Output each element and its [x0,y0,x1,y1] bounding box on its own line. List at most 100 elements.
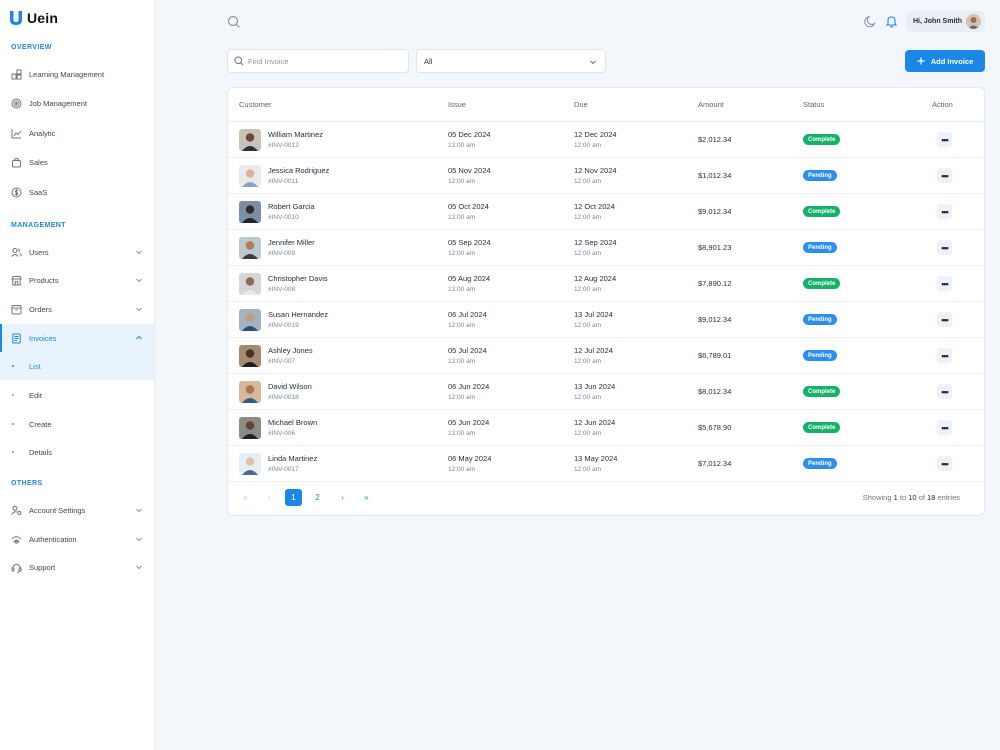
add-invoice-button[interactable]: Add Invoice [905,50,985,72]
due-time: 12:00 am [574,286,602,293]
sidebar-subitem-details[interactable]: Details [0,438,154,466]
more-actions-button[interactable]: ••• [937,312,952,327]
chevron-down-icon [136,307,142,312]
column-header-amount[interactable]: Amount [698,100,724,109]
more-actions-button[interactable]: ••• [937,384,952,399]
sidebar-item-label: Users [29,247,49,257]
issue-time: 12:00 am [448,178,476,185]
sidebar-item-support[interactable]: Support [0,553,154,581]
customer-name[interactable]: Ashley Jones [268,346,313,355]
search-field[interactable] [227,49,409,73]
sidebar-item-learning-management[interactable]: Learning Management [0,60,154,88]
shield-icon [10,533,22,545]
sidebar-item-products[interactable]: Products [0,266,154,294]
customer-name[interactable]: David Wilson [268,382,312,391]
first-page-button[interactable]: « [237,489,254,506]
due-date: 12 Dec 2024 [574,130,617,139]
more-actions-button[interactable]: ••• [937,132,952,147]
sidebar-subitem-list[interactable]: List [0,352,154,380]
table-row[interactable]: Ashley Jones #INV-007 05 Jul 2024 12:00 am 1… [228,338,984,374]
due-date: 13 Jul 2024 [574,310,613,319]
column-header-due[interactable]: Due [574,100,588,109]
sidebar-item-authentication[interactable]: Authentication [0,525,154,553]
table-row[interactable]: David Wilson #INV-0018 06 Jun 2024 12:00 am… [228,374,984,410]
status-badge: Pending [803,314,837,325]
customer-name[interactable]: Linda Martinez [268,454,317,463]
sidebar-item-account-settings[interactable]: Account Settings [0,496,154,524]
invoice-id: #INV-0012 [268,142,299,149]
table-row[interactable]: Robert Garcia #INV-0010 05 Oct 2024 12:00 a… [228,194,984,230]
table-row[interactable]: Susan Hernandez #INV-0019 06 Jul 2024 12:00… [228,302,984,338]
sidebar-item-saas[interactable]: SaaS [0,178,154,206]
issue-time: 12:00 am [448,430,476,437]
search-icon[interactable] [227,15,241,29]
issue-time: 12:00 am [448,358,476,365]
sidebar-item-orders[interactable]: Orders [0,295,154,323]
table-row[interactable]: Christopher Davis #INV-008 05 Aug 2024 12:0… [228,266,984,302]
customer-name[interactable]: William Martinez [268,130,323,139]
customer-name[interactable]: Jessica Rodriguez [268,166,329,175]
last-page-button[interactable]: » [358,489,375,506]
sidebar-item-users[interactable]: Users [0,238,154,266]
sidebar-item-analytic[interactable]: Analytic [0,119,154,147]
invoice-amount: $6,789.01 [698,351,732,360]
bell-icon[interactable] [885,15,898,28]
invoice-amount: $9,012.34 [698,315,732,324]
next-page-button[interactable]: › [334,489,351,506]
user-menu[interactable]: Hi, John Smith [906,11,985,32]
bullet-icon [12,394,14,396]
issue-date: 05 Dec 2024 [448,130,491,139]
due-date: 12 Sep 2024 [574,238,617,247]
table-row[interactable]: Michael Brown #INV-006 05 Jun 2024 12:00 am… [228,410,984,446]
issue-time: 12:00 am [448,286,476,293]
more-actions-button[interactable]: ••• [937,168,952,183]
avatar [966,14,981,29]
more-actions-button[interactable]: ••• [937,276,952,291]
section-title-overview: OVERVIEW [11,44,52,51]
sidebar-subitem-label: Edit [29,390,42,400]
table-row[interactable]: Jennifer Miller #INV-009 05 Sep 2024 12:00 … [228,230,984,266]
prev-page-button[interactable]: ‹ [261,489,278,506]
logo[interactable]: Uein [9,10,58,26]
sidebar-item-job-management[interactable]: Job Management [0,89,154,117]
logo-icon [10,11,22,25]
table-row[interactable]: William Martinez #INV-0012 05 Dec 2024 12:0… [228,122,984,158]
bag-icon [10,156,22,168]
page-button-2[interactable]: 2 [309,489,326,506]
customer-name[interactable]: Robert Garcia [268,202,315,211]
status-badge: Complete [803,422,841,433]
customer-name[interactable]: Susan Hernandez [268,310,328,319]
page-button-1[interactable]: 1 [285,489,302,506]
chevron-down-icon [590,60,596,65]
customer-avatar [239,129,261,151]
sidebar-item-invoices[interactable]: Invoices [0,324,154,352]
sidebar-subitem-edit[interactable]: Edit [0,381,154,409]
customer-name[interactable]: Christopher Davis [268,274,328,283]
sidebar-item-sales[interactable]: Sales [0,148,154,176]
due-date: 12 Aug 2024 [574,274,617,283]
column-header-customer[interactable]: Customer [239,100,272,109]
column-header-status[interactable]: Status [803,100,824,109]
column-header-issue[interactable]: Issue [448,100,466,109]
sidebar-subitem-create[interactable]: Create [0,410,154,438]
invoice-amount: $1,012.34 [698,171,732,180]
more-actions-button[interactable]: ••• [937,204,952,219]
invoice-id: #INV-006 [268,430,296,437]
table-row[interactable]: Jessica Rodriguez #INV-0011 05 Nov 2024 12:… [228,158,984,194]
moon-icon[interactable] [864,15,877,28]
more-actions-button[interactable]: ••• [937,348,952,363]
sidebar-item-label: Learning Management [29,69,105,79]
issue-date: 06 May 2024 [448,454,492,463]
status-filter-select[interactable]: All [416,49,606,73]
table-row[interactable]: Linda Martinez #INV-0017 06 May 2024 12:00 … [228,446,984,482]
search-input[interactable] [248,56,398,66]
issue-time: 12:00 am [448,214,476,221]
summary-prefix: Showing [862,493,892,502]
sidebar-item-label: Authentication [29,534,77,544]
customer-name[interactable]: Jennifer Miller [268,238,315,247]
more-actions-button[interactable]: ••• [937,240,952,255]
more-actions-button[interactable]: ••• [937,420,952,435]
customer-avatar [239,237,261,259]
more-actions-button[interactable]: ••• [937,456,952,471]
customer-name[interactable]: Michael Brown [268,418,317,427]
